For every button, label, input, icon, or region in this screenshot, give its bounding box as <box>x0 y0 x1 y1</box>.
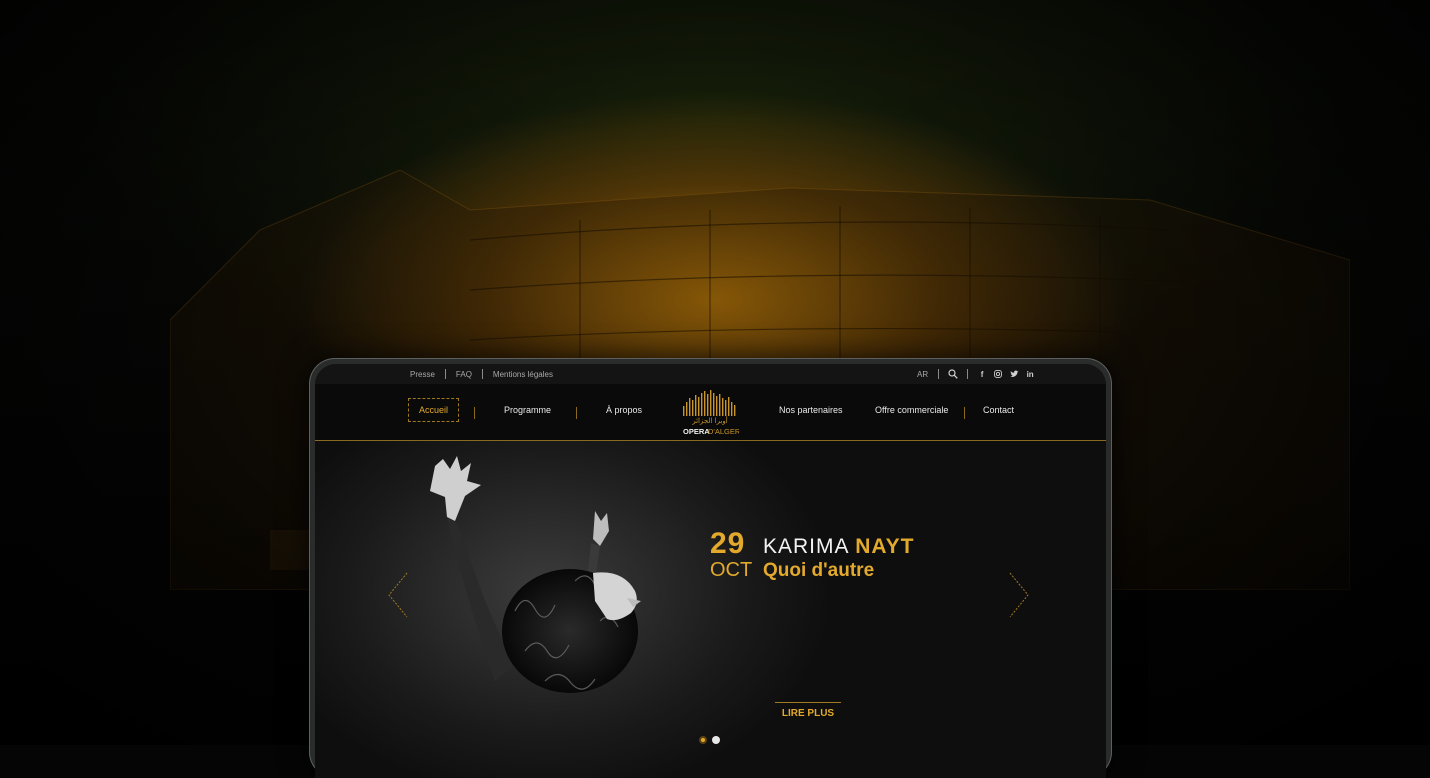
facebook-icon[interactable]: f <box>974 368 990 380</box>
event-title-block: KARIMA NAYT Quoi d'autre <box>763 535 914 583</box>
artist-last-name: NAYT <box>855 535 915 558</box>
nav-divider <box>964 407 965 419</box>
opera-dalger-logo[interactable]: أوبرا الجزائر OPERA D'ALGER <box>681 390 741 436</box>
logo-text-opera: OPERA <box>683 427 710 436</box>
nav-item-contact[interactable]: Contact <box>983 405 1014 415</box>
event-artist: KARIMA NAYT <box>763 535 914 559</box>
linkedin-icon[interactable]: in <box>1022 368 1038 380</box>
hero-slider: 29 OCT KARIMA NAYT Quoi d'autre LIRE PLU… <box>315 441 1106 778</box>
instagram-icon[interactable] <box>990 368 1006 380</box>
nav-item-accueil[interactable]: Accueil <box>408 398 460 422</box>
utility-links: Presse FAQ Mentions légales <box>400 369 563 379</box>
slider-dot[interactable] <box>712 736 720 744</box>
read-more-button[interactable]: LIRE PLUS <box>775 702 841 719</box>
artist-photo <box>430 456 641 693</box>
utility-right: AR f in <box>907 368 1038 380</box>
slider-prev-arrow-icon[interactable] <box>387 571 409 619</box>
event-date: 29 OCT <box>710 527 753 582</box>
link-presse[interactable]: Presse <box>400 370 445 379</box>
slider-pagination <box>699 736 720 744</box>
laptop-frame: Presse FAQ Mentions légales AR f in Accu… <box>309 358 1112 778</box>
logo-organ-pipes: أوبرا الجزائر OPERA D'ALGER <box>683 390 741 436</box>
twitter-icon[interactable] <box>1006 368 1022 380</box>
link-mentions-legales[interactable]: Mentions légales <box>483 370 563 379</box>
divider <box>938 369 940 379</box>
nav-item-programme[interactable]: Programme <box>504 405 551 415</box>
nav-item-a-propos[interactable]: À propos <box>606 405 642 415</box>
slider-next-arrow-icon[interactable] <box>1008 571 1030 619</box>
event-day: 29 <box>710 527 746 560</box>
link-faq[interactable]: FAQ <box>446 370 482 379</box>
website-screen: Presse FAQ Mentions légales AR f in Accu… <box>315 364 1106 778</box>
artist-first-name: KARIMA <box>763 535 849 558</box>
nav-divider <box>474 407 475 419</box>
event-month: OCT <box>710 559 753 581</box>
divider <box>967 369 969 379</box>
logo-arabic-text: أوبرا الجزائر <box>691 416 728 425</box>
logo-text-dalger: D'ALGER <box>708 427 739 436</box>
slider-dot-active[interactable] <box>699 736 707 744</box>
top-utility-bar: Presse FAQ Mentions légales AR f in <box>315 364 1106 384</box>
main-navigation: Accueil Programme À propos أوبرا الجزائر… <box>315 384 1106 441</box>
event-subtitle: Quoi d'autre <box>763 560 875 581</box>
nav-item-nos-partenaires[interactable]: Nos partenaires <box>779 405 843 415</box>
nav-item-offre-commerciale[interactable]: Offre commerciale <box>875 405 948 415</box>
search-icon[interactable] <box>945 368 961 380</box>
language-switch-ar[interactable]: AR <box>907 370 938 379</box>
nav-divider <box>576 407 577 419</box>
